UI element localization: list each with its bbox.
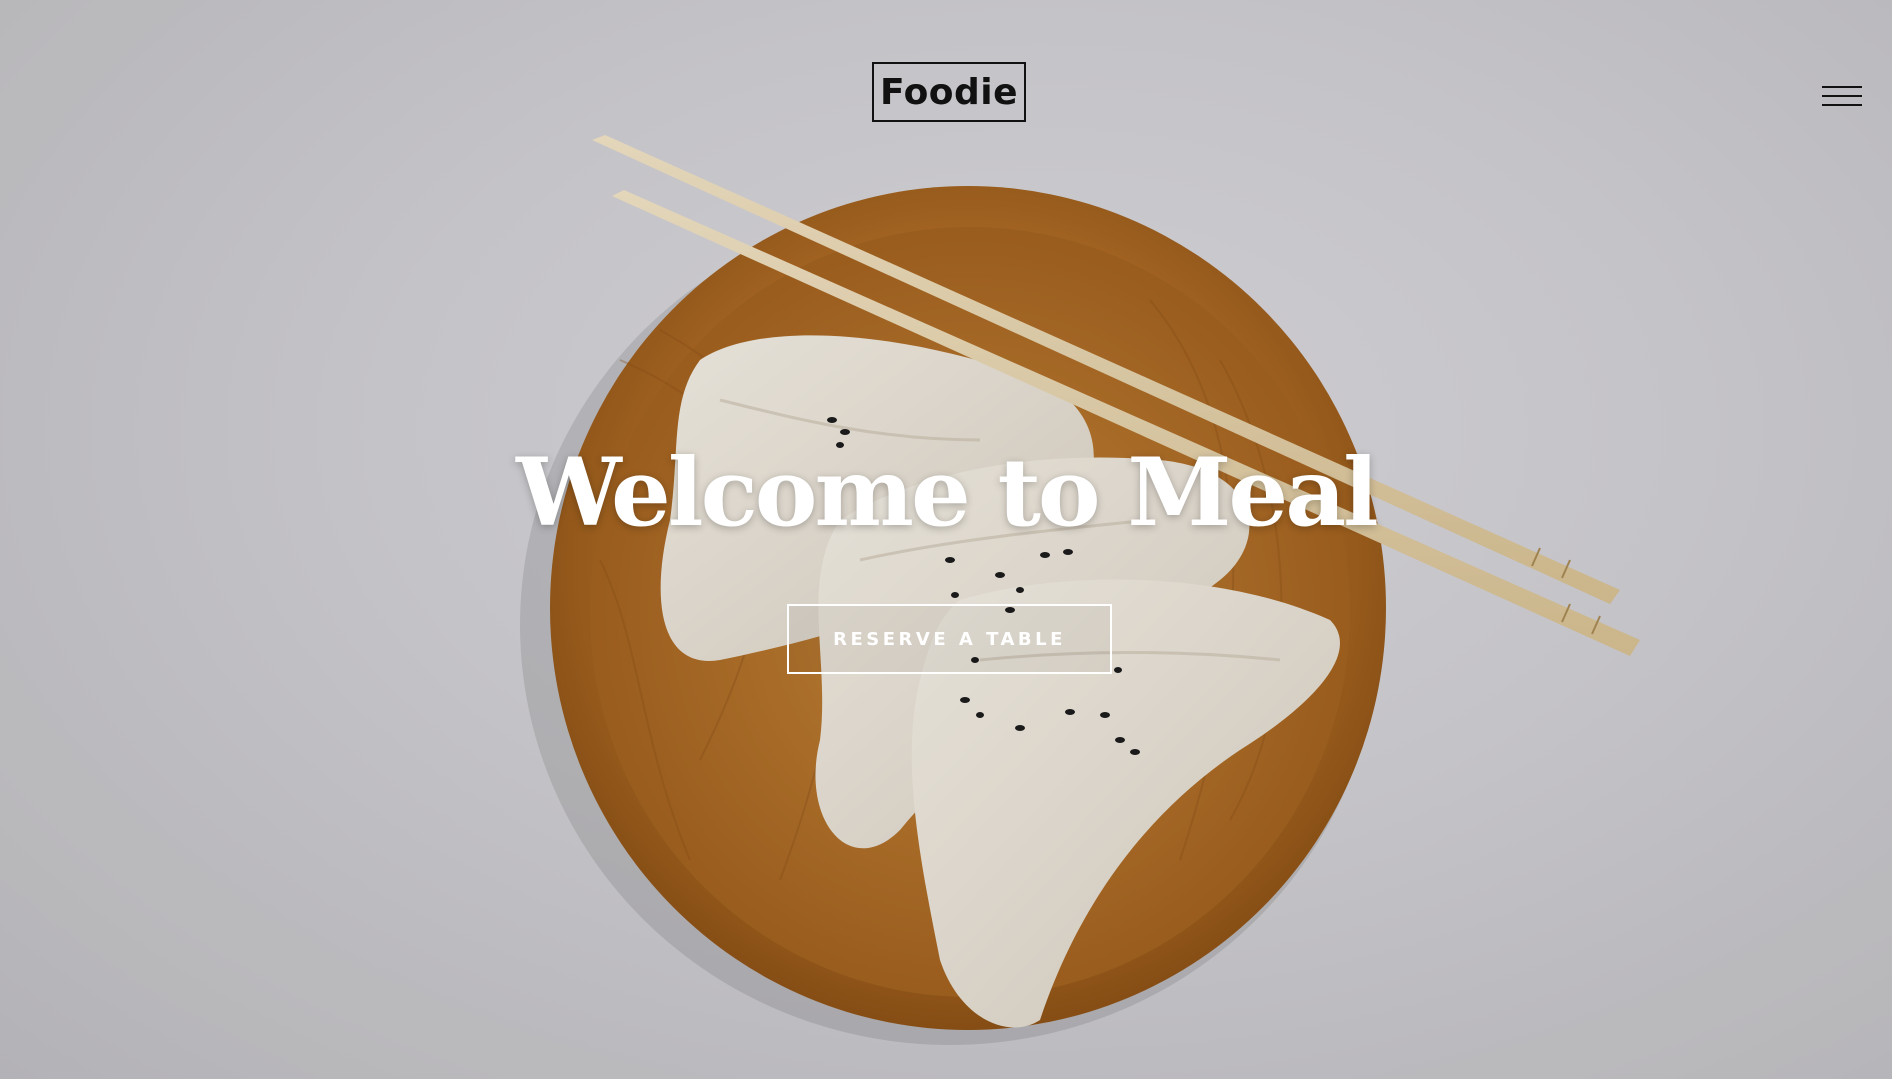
menu-line <box>1822 86 1862 88</box>
menu-line <box>1822 95 1862 97</box>
menu-line <box>1822 104 1862 106</box>
site-logo[interactable]: Foodie <box>872 62 1026 122</box>
reserve-table-button[interactable]: RESERVE A TABLE <box>787 604 1112 674</box>
hamburger-menu-icon[interactable] <box>1822 84 1862 108</box>
hero-title: Welcome to Meal <box>516 438 1379 548</box>
hero-section: Foodie Welcome to Meal RESERVE A TABLE <box>0 0 1892 1079</box>
